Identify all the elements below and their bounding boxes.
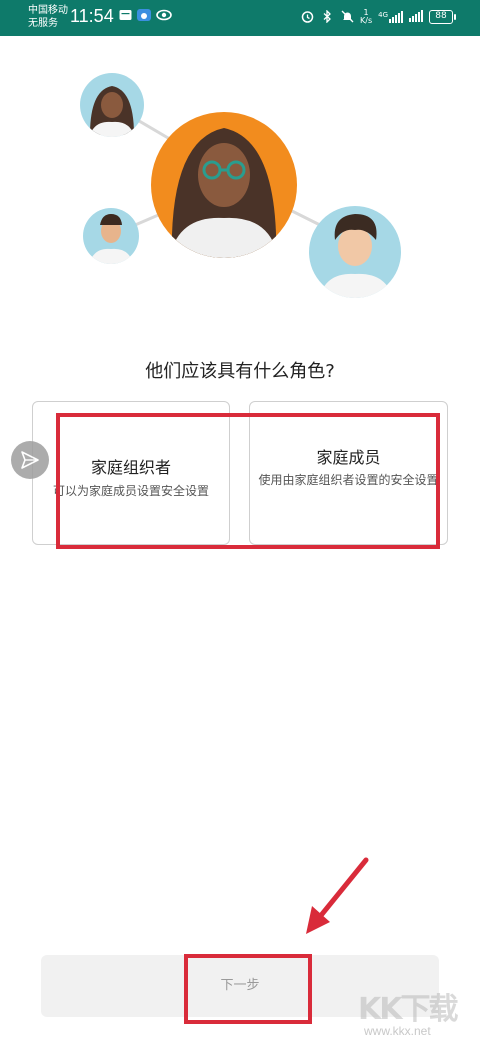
family-illustration xyxy=(80,73,401,298)
avatar-woman-small xyxy=(80,73,144,137)
system-icons: 1 K/s 4G 88 xyxy=(300,9,456,25)
net-speed-unit: K/s xyxy=(360,16,373,25)
clock: 11:54 xyxy=(70,6,114,26)
status-bar: 中国移动 无服务 11:54 1 K/s 4G 88 xyxy=(0,0,480,36)
notification-icon xyxy=(118,9,132,23)
carrier-info: 中国移动 无服务 xyxy=(28,4,68,30)
battery-level: 88 xyxy=(429,10,453,24)
mute-icon xyxy=(340,10,354,24)
watermark-url: www.kkx.net xyxy=(364,1024,431,1038)
cards-highlight-annotation xyxy=(56,413,440,549)
floating-assist-button[interactable] xyxy=(11,441,49,479)
avatar-boy-small xyxy=(83,208,139,264)
bluetooth-icon xyxy=(320,9,334,24)
avatar-organizer xyxy=(151,112,297,258)
watermark: KK下载 www.kkx.net xyxy=(358,984,459,1040)
alarm-icon xyxy=(300,10,314,24)
role-question: 他们应该具有什么角色? xyxy=(145,361,335,382)
signal-icon: 4G xyxy=(378,11,403,23)
battery-icon: 88 xyxy=(429,10,456,24)
pointer-arrow-icon xyxy=(306,857,369,934)
watermark-logo: KK下载 xyxy=(358,992,459,1027)
send-icon xyxy=(21,451,39,469)
avatar-man xyxy=(309,206,401,298)
signal-label: 4G xyxy=(378,11,388,19)
network-speed: 1 K/s xyxy=(360,9,372,25)
carrier-name: 中国移动 xyxy=(28,5,68,16)
next-highlight-annotation xyxy=(184,954,312,1024)
notification-icons xyxy=(118,9,172,23)
carrier-service: 无服务 xyxy=(28,18,58,29)
signal-icon-2 xyxy=(409,9,423,25)
weather-icon xyxy=(137,9,151,23)
eye-icon xyxy=(156,9,172,23)
